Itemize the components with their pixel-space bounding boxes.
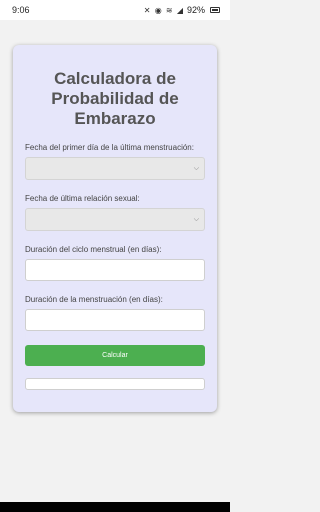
status-bar: 9:06 ✕ ◉ ≋ ◢ 92% [0,0,230,20]
last-period-select[interactable]: ⌵ [25,157,205,180]
battery-icon [210,7,220,13]
last-intercourse-select[interactable]: ⌵ [25,208,205,231]
cycle-length-input[interactable] [25,259,205,281]
battery-percent: 92% [186,5,205,15]
last-period-label: Fecha del primer día de la última menstr… [25,143,194,152]
period-length-label: Duración de la menstruación (en días): [25,295,163,304]
last-intercourse-group: Fecha de última relación sexual: ⌵ [25,194,205,231]
cycle-length-label: Duración del ciclo menstrual (en días): [25,245,162,254]
calculator-card: Calculadora de Probabilidad de Embarazo … [13,45,217,412]
last-intercourse-label: Fecha de última relación sexual: [25,194,140,203]
result-box [25,378,205,390]
cycle-length-group: Duración del ciclo menstrual (en días): [25,245,205,281]
status-time: 9:06 [12,5,30,15]
chevron-down-icon: ⌵ [193,165,199,172]
period-length-group: Duración de la menstruación (en días): [25,295,205,331]
status-right: ✕ ◉ ≋ ◢ 92% [144,5,220,15]
page-title: Calculadora de Probabilidad de Embarazo [51,69,179,128]
status-icons: ✕ ◉ ≋ ◢ [143,5,184,15]
last-period-group: Fecha del primer día de la última menstr… [25,143,205,180]
chevron-down-icon: ⌵ [193,216,199,223]
period-length-input[interactable] [25,309,205,331]
calculate-button[interactable]: Calcular [25,345,205,366]
navigation-bar [0,502,230,512]
